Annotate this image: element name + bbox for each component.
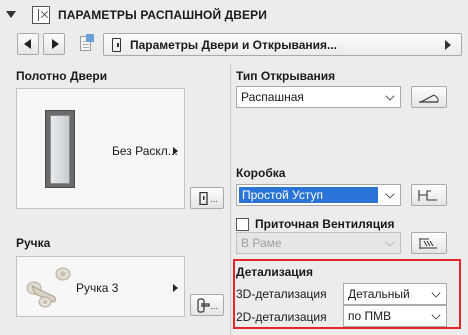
chevron-down-icon: [385, 189, 395, 199]
door-thumbnail: [45, 110, 75, 188]
door-panel-label: Полотно Двери: [16, 69, 108, 83]
opening-type-dropdown[interactable]: Распашная: [236, 86, 401, 108]
2d-detail-dropdown[interactable]: по ПМВ: [343, 305, 447, 327]
frame-value: Простой Уступ: [239, 187, 378, 203]
ventilation-settings-button[interactable]: [411, 232, 447, 254]
detail-label: Детализация: [236, 265, 313, 279]
door-handle-icon: [26, 267, 71, 308]
chevron-right-icon: [173, 284, 178, 292]
door-settings-icon: [32, 6, 50, 24]
ventilation-value: В Раме: [241, 236, 282, 250]
door-icon: [112, 38, 121, 52]
arrow-left-icon: [24, 39, 31, 49]
door-panel-settings-button[interactable]: ...: [190, 187, 224, 209]
favorites-page-icon[interactable]: [77, 34, 95, 54]
ventilation-checkbox[interactable]: [236, 218, 249, 231]
panel-title: ПАРАМЕТРЫ РАСПАШНОЙ ДВЕРИ: [58, 8, 267, 22]
ventilation-dropdown[interactable]: В Раме: [236, 232, 401, 254]
handle-label: Ручка: [16, 236, 51, 250]
opening-settings-button[interactable]: [411, 86, 447, 108]
door-panel-preview-text: Без Раскл...: [112, 144, 178, 158]
frame-profile-icon: [418, 190, 437, 201]
2d-detail-label: 2D-детализация: [236, 310, 327, 324]
prev-page-button[interactable]: [17, 33, 39, 55]
3d-detail-value: Детальный: [348, 287, 410, 301]
chevron-down-icon: [431, 288, 441, 298]
next-page-button[interactable]: [43, 33, 65, 55]
door-small-icon: [199, 192, 208, 205]
door-panel-preview[interactable]: Без Раскл...: [16, 88, 185, 209]
3d-detail-dropdown[interactable]: Детальный: [343, 283, 447, 305]
page-selector-label: Параметры Двери и Открывания...: [130, 38, 337, 52]
chevron-down-icon: [431, 310, 441, 320]
swing-icon: [419, 94, 439, 103]
frame-settings-button[interactable]: [411, 184, 447, 206]
frame-dropdown[interactable]: Простой Уступ: [236, 184, 401, 206]
handle-small-icon: [197, 298, 210, 313]
3d-detail-label: 3D-детализация: [236, 287, 327, 301]
panel-header[interactable]: ПАРАМЕТРЫ РАСПАШНОЙ ДВЕРИ: [0, 0, 468, 30]
chevron-down-icon: [385, 237, 395, 247]
handle-preview-text: Ручка 3: [76, 281, 119, 295]
collapse-triangle-icon[interactable]: [6, 11, 16, 18]
ventilation-grille-icon: [419, 238, 437, 249]
page-selector[interactable]: Параметры Двери и Открывания...: [103, 33, 462, 56]
opening-type-value: Распашная: [241, 90, 304, 104]
chevron-right-icon: [173, 147, 178, 155]
arrow-right-icon: [52, 39, 59, 49]
column-divider: [230, 64, 231, 335]
frame-label: Коробка: [236, 166, 286, 180]
opening-type-label: Тип Открывания: [236, 69, 336, 83]
handle-preview[interactable]: Ручка 3: [16, 256, 185, 317]
chevron-right-icon: [445, 40, 451, 50]
2d-detail-value: по ПМВ: [348, 309, 392, 323]
chevron-down-icon: [385, 91, 395, 101]
handle-settings-button[interactable]: ...: [190, 294, 224, 316]
ventilation-label: Приточная Вентиляция: [255, 217, 395, 231]
